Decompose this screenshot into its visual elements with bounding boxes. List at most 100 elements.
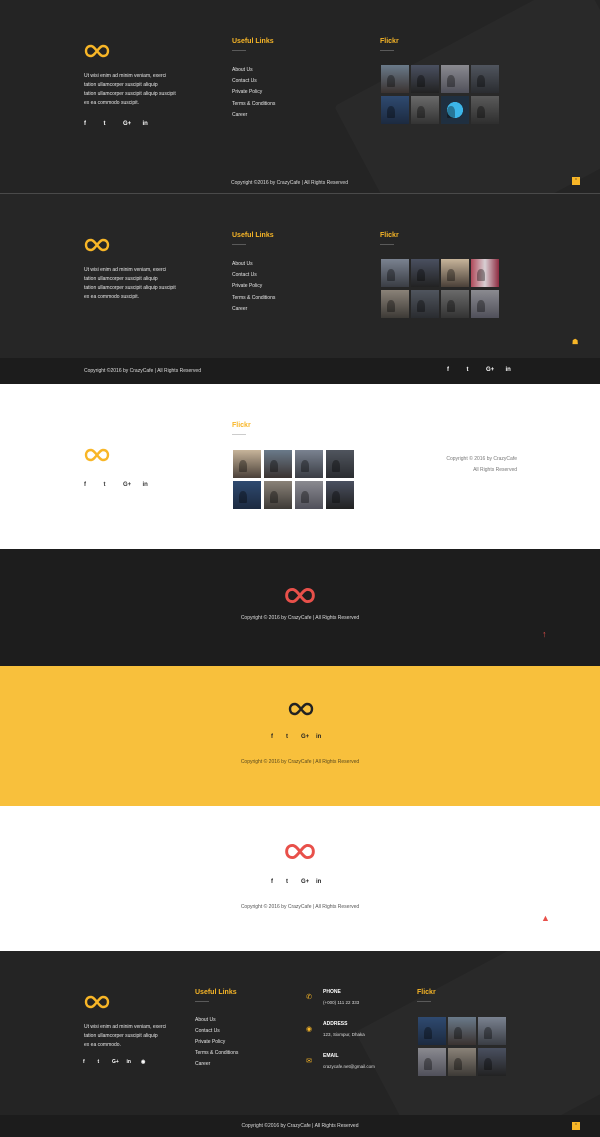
twitter-icon[interactable]: t [286, 879, 301, 885]
facebook-icon[interactable]: f [83, 1059, 98, 1065]
flickr-thumbnail[interactable] [448, 1017, 476, 1045]
social-links: f t G+ in ◉ [83, 1059, 156, 1065]
flickr-thumbnail[interactable] [418, 1048, 446, 1076]
link-contact-us[interactable]: Contact Us [232, 76, 275, 87]
link-career[interactable]: Career [195, 1059, 238, 1070]
link-about-us[interactable]: About Us [195, 1015, 238, 1026]
twitter-icon[interactable]: t [98, 1059, 113, 1065]
flickr-thumbnail[interactable] [326, 481, 354, 509]
infinity-icon[interactable] [84, 238, 110, 252]
flickr-gallery [381, 259, 499, 318]
flickr-thumbnail[interactable] [264, 481, 292, 509]
linkedin-icon[interactable]: in [143, 482, 163, 488]
facebook-icon[interactable]: f [447, 367, 467, 373]
flickr-gallery [381, 65, 499, 124]
infinity-icon[interactable] [284, 843, 316, 860]
flickr-thumbnail[interactable] [411, 65, 439, 93]
flickr-thumbnail[interactable] [441, 259, 469, 287]
flickr-heading: Flickr [417, 989, 436, 996]
footer-description: Ut wisi enim ad minim veniam, exerci tat… [84, 73, 176, 106]
twitter-icon[interactable]: t [104, 121, 124, 127]
link-private-policy[interactable]: Private Policy [195, 1037, 238, 1048]
google-plus-icon[interactable]: G+ [301, 879, 316, 885]
linkedin-icon[interactable]: in [316, 879, 331, 885]
linkedin-icon[interactable]: in [127, 1059, 142, 1065]
flickr-thumbnail[interactable] [441, 290, 469, 318]
arrow-up-icon[interactable]: ↑ [542, 629, 547, 639]
link-career[interactable]: Career [232, 110, 275, 121]
link-terms-conditions[interactable]: Terms & Conditions [195, 1048, 238, 1059]
map-marker-icon: ◉ [305, 1026, 313, 1033]
link-contact-us[interactable]: Contact Us [232, 270, 275, 281]
address-value: 123, Sixmpur, Dhaka [323, 1032, 365, 1037]
flickr-thumbnail[interactable] [381, 96, 409, 124]
flickr-thumbnail[interactable] [478, 1048, 506, 1076]
email-label: EMAIL [323, 1053, 339, 1059]
email-value[interactable]: crazycafe.net@gmail.com [323, 1064, 375, 1069]
footer-variant-2: Ut wisi enim ad minim veniam, exerci tat… [0, 194, 600, 384]
infinity-icon[interactable] [288, 702, 314, 716]
flickr-thumbnail[interactable] [295, 450, 323, 478]
flickr-thumbnail[interactable] [478, 1017, 506, 1045]
flickr-thumbnail[interactable] [381, 65, 409, 93]
flickr-thumbnail[interactable] [233, 481, 261, 509]
flickr-thumbnail[interactable] [381, 290, 409, 318]
footer-description: Ut wisi enim ad minim veniam, exerci tat… [84, 1024, 167, 1048]
google-plus-icon[interactable]: G+ [123, 482, 143, 488]
flickr-thumbnail[interactable] [441, 65, 469, 93]
flickr-thumbnail[interactable] [264, 450, 292, 478]
car-icon[interactable]: ☗ [572, 338, 578, 346]
flickr-heading: Flickr [380, 232, 399, 239]
link-private-policy[interactable]: Private Policy [232, 281, 275, 292]
google-plus-icon[interactable]: G+ [301, 734, 316, 740]
flickr-thumbnail[interactable] [411, 96, 439, 124]
flickr-thumbnail[interactable] [471, 65, 499, 93]
pinterest-icon[interactable]: ◉ [141, 1059, 156, 1065]
flickr-thumbnail[interactable] [448, 1048, 476, 1076]
twitter-icon[interactable]: t [286, 734, 301, 740]
link-contact-us[interactable]: Contact Us [195, 1026, 238, 1037]
footer-variant-4: Copyright © 2016 by CrazyCafe | All Righ… [0, 549, 600, 666]
linkedin-icon[interactable]: in [506, 367, 526, 373]
linkedin-icon[interactable]: in [316, 734, 331, 740]
footer-description: Ut wisi enim ad minim veniam, exerci tat… [84, 267, 176, 300]
twitter-icon[interactable]: t [104, 482, 124, 488]
link-about-us[interactable]: About Us [232, 259, 275, 270]
flickr-thumbnail[interactable] [471, 259, 499, 287]
flickr-thumbnail[interactable] [411, 259, 439, 287]
infinity-icon[interactable] [84, 448, 110, 462]
link-terms-conditions[interactable]: Terms & Conditions [232, 99, 275, 110]
link-about-us[interactable]: About Us [232, 65, 275, 76]
scroll-top-button[interactable]: ⌃ [572, 1122, 580, 1130]
flickr-thumbnail[interactable] [326, 450, 354, 478]
facebook-icon[interactable]: f [271, 734, 286, 740]
copyright-text: All Rights Reserved [473, 467, 517, 473]
rocket-icon[interactable]: ▲ [541, 913, 550, 923]
flickr-thumbnail[interactable] [418, 1017, 446, 1045]
linkedin-icon[interactable]: in [143, 121, 163, 127]
google-plus-icon[interactable]: G+ [486, 367, 506, 373]
link-career[interactable]: Career [232, 304, 275, 315]
flickr-thumbnail[interactable] [411, 290, 439, 318]
facebook-icon[interactable]: f [84, 121, 104, 127]
copyright-text: Copyright ©2016 by CrazyCafe | All Right… [241, 1123, 359, 1129]
copyright-bar: Copyright ©2016 by CrazyCafe | All Right… [0, 358, 600, 384]
flickr-thumbnail[interactable] [233, 450, 261, 478]
google-plus-icon[interactable]: G+ [112, 1059, 127, 1065]
infinity-icon[interactable] [284, 587, 316, 604]
infinity-icon[interactable] [84, 44, 110, 58]
flickr-thumbnail[interactable] [381, 259, 409, 287]
twitter-icon[interactable]: t [467, 367, 487, 373]
useful-links-list: About Us Contact Us Private Policy Terms… [232, 259, 275, 315]
google-plus-icon[interactable]: G+ [123, 121, 143, 127]
flickr-thumbnail[interactable] [471, 96, 499, 124]
facebook-icon[interactable]: f [271, 879, 286, 885]
flickr-thumbnail[interactable] [441, 96, 469, 124]
flickr-thumbnail[interactable] [471, 290, 499, 318]
facebook-icon[interactable]: f [84, 482, 104, 488]
scroll-top-button[interactable]: ⌃ [572, 177, 580, 185]
flickr-thumbnail[interactable] [295, 481, 323, 509]
infinity-icon[interactable] [84, 995, 110, 1009]
link-private-policy[interactable]: Private Policy [232, 87, 275, 98]
link-terms-conditions[interactable]: Terms & Conditions [232, 293, 275, 304]
